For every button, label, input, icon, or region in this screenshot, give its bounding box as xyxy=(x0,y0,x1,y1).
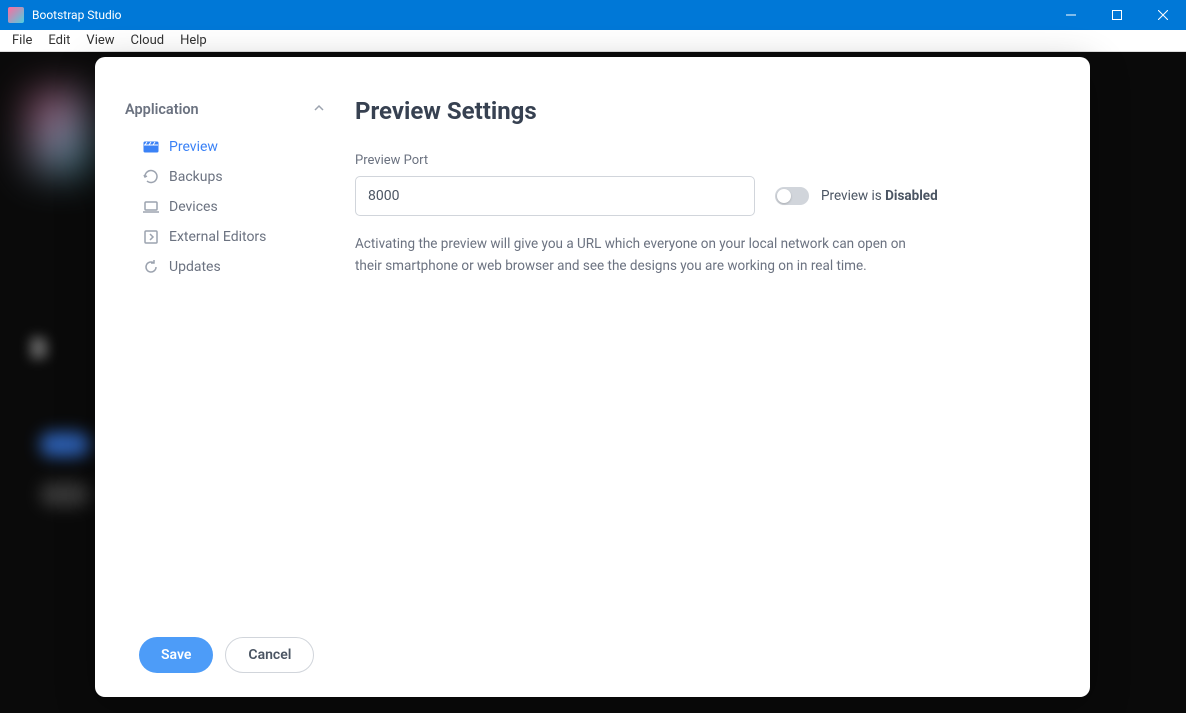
external-icon xyxy=(143,229,159,245)
sidebar-section-application[interactable]: Application xyxy=(125,97,325,122)
menubar: File Edit View Cloud Help xyxy=(0,30,1186,52)
menu-view[interactable]: View xyxy=(78,31,122,50)
sidebar-item-devices[interactable]: Devices xyxy=(125,192,325,222)
menu-file[interactable]: File xyxy=(4,31,40,50)
sidebar-item-label: Devices xyxy=(169,199,218,215)
settings-sidebar: Application Preview xyxy=(125,97,325,617)
menu-cloud[interactable]: Cloud xyxy=(123,31,173,50)
sidebar-item-label: Preview xyxy=(169,139,218,155)
sidebar-item-preview[interactable]: Preview xyxy=(125,132,325,162)
settings-modal: Application Preview xyxy=(95,57,1090,697)
preview-port-input[interactable] xyxy=(355,176,755,216)
close-button[interactable] xyxy=(1140,0,1186,30)
sidebar-item-updates[interactable]: Updates xyxy=(125,252,325,282)
port-label: Preview Port xyxy=(355,153,1060,168)
maximize-button[interactable] xyxy=(1094,0,1140,30)
window-title: Bootstrap Studio xyxy=(32,8,121,22)
help-text: Activating the preview will give you a U… xyxy=(355,234,915,277)
toggle-knob xyxy=(777,189,791,203)
menu-edit[interactable]: Edit xyxy=(40,31,78,50)
page-title: Preview Settings xyxy=(355,97,1060,125)
clapper-icon xyxy=(143,139,159,155)
chevron-up-icon xyxy=(313,101,325,118)
sidebar-item-external-editors[interactable]: External Editors xyxy=(125,222,325,252)
titlebar: Bootstrap Studio xyxy=(0,0,1186,30)
settings-content: Preview Settings Preview Port Preview is… xyxy=(325,97,1060,617)
restore-icon xyxy=(143,169,159,185)
sidebar-section-label: Application xyxy=(125,101,199,118)
laptop-icon xyxy=(143,199,159,215)
menu-help[interactable]: Help xyxy=(172,31,215,50)
sidebar-item-label: Backups xyxy=(169,169,223,185)
refresh-icon xyxy=(143,259,159,275)
save-button[interactable]: Save xyxy=(139,637,213,673)
preview-toggle[interactable] xyxy=(775,187,809,205)
minimize-button[interactable] xyxy=(1048,0,1094,30)
cancel-button[interactable]: Cancel xyxy=(225,637,314,673)
sidebar-item-label: Updates xyxy=(169,259,221,275)
toggle-label: Preview is Disabled xyxy=(821,188,938,204)
app-icon xyxy=(8,7,24,23)
modal-footer: Save Cancel xyxy=(95,617,1090,697)
sidebar-item-label: External Editors xyxy=(169,229,266,245)
sidebar-item-backups[interactable]: Backups xyxy=(125,162,325,192)
workspace: B Application Preview xyxy=(0,52,1186,713)
